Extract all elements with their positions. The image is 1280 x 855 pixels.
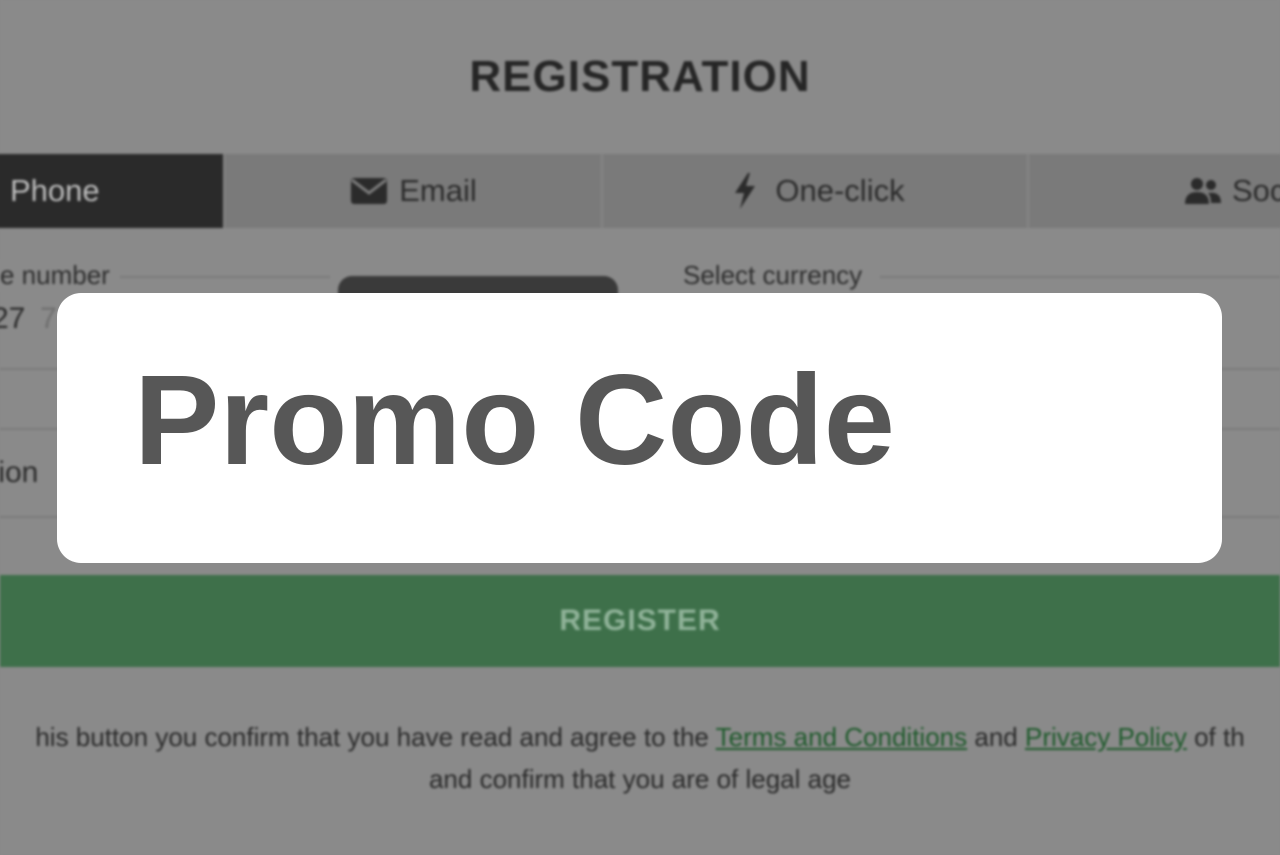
terms-link[interactable]: Terms and Conditions xyxy=(716,722,967,752)
tab-phone[interactable]: Phone xyxy=(0,154,225,228)
register-button-label: REGISTER xyxy=(559,604,721,637)
phone-country-code[interactable]: 27 xyxy=(0,302,25,336)
privacy-link[interactable]: Privacy Policy xyxy=(1025,722,1187,752)
terms-notice: his button you confirm that you have rea… xyxy=(0,716,1280,800)
page-title: REGISTRATION xyxy=(469,52,811,101)
terms-text: his button you confirm that you have rea… xyxy=(35,722,709,752)
tab-one-click-label: One-click xyxy=(775,173,905,208)
tab-email[interactable]: Email xyxy=(225,154,603,228)
tab-phone-label: Phone xyxy=(10,173,100,208)
phone-field-border xyxy=(120,276,330,278)
tab-one-click[interactable]: One-click xyxy=(603,154,1029,228)
envelope-icon xyxy=(349,171,389,211)
promo-code-title: Promo Code xyxy=(134,349,895,492)
terms-line2: and confirm that you are of legal age xyxy=(428,764,852,794)
currency-field-border xyxy=(880,276,1280,278)
phone-field-legend: e number xyxy=(0,260,118,291)
currency-field-legend: Select currency xyxy=(675,260,871,291)
tab-social-label: Socia xyxy=(1232,173,1280,208)
tab-social[interactable]: Socia xyxy=(1029,154,1280,228)
phone-input-placeholder[interactable]: 7 xyxy=(40,302,57,336)
terms-suffix-text: of th xyxy=(1194,722,1245,752)
users-icon xyxy=(1184,171,1222,211)
register-button[interactable]: REGISTER xyxy=(0,575,1280,667)
registration-tabs: Phone Email One-click Soc xyxy=(0,154,1280,228)
terms-and-text: and xyxy=(974,722,1018,752)
partial-field-label: tion xyxy=(0,456,39,489)
promo-code-card: Promo Code xyxy=(57,293,1222,563)
lightning-icon xyxy=(725,171,765,211)
tab-email-label: Email xyxy=(399,173,477,208)
